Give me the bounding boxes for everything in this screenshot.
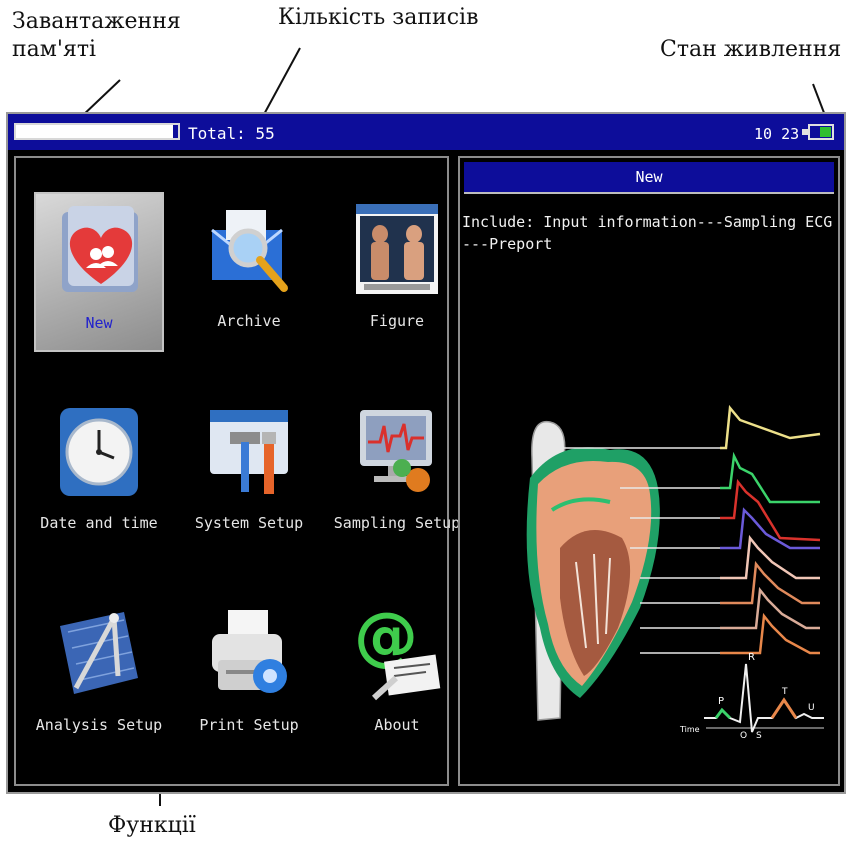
clock-time: 10 23 xyxy=(754,125,800,143)
device-screen: Total: 55 10 23 New Archive Figure Date … xyxy=(6,112,846,794)
memory-annotation: Завантаження пам'яті xyxy=(12,9,181,62)
menu-item-label: Analysis Setup xyxy=(35,716,163,734)
menu-item-sampling-setup[interactable]: Sampling Setup xyxy=(332,394,462,554)
battery-level-fill xyxy=(819,127,831,137)
printer-gear-icon xyxy=(204,604,294,704)
memory-usage-bar xyxy=(14,123,180,140)
drafting-compass-icon xyxy=(54,604,144,704)
menu-item-label: Date and time xyxy=(40,514,158,532)
ecg-label-t: T xyxy=(781,687,788,697)
detail-panel: New Include: Input information---Samplin… xyxy=(458,156,840,786)
menu-item-label: Archive xyxy=(217,312,281,330)
tools-icon xyxy=(204,402,294,502)
monitor-gear-icon xyxy=(352,402,442,502)
functions-annotation: Функції xyxy=(108,813,196,838)
anatomy-figure-icon xyxy=(352,200,442,300)
menu-item-archive[interactable]: Archive xyxy=(184,192,314,352)
records-leader-line xyxy=(261,47,301,119)
menu-item-date-and-time[interactable]: Date and time xyxy=(34,394,164,554)
ecg-label-s: S xyxy=(756,731,762,738)
menu-item-label: Sampling Setup xyxy=(333,514,461,532)
heart-ecg-illustration: P R Q S T U Time xyxy=(490,398,830,741)
detail-description: Include: Input information---Sampling EC… xyxy=(462,213,833,253)
magnifier-envelope-icon xyxy=(204,200,294,300)
menu-item-print-setup[interactable]: Print Setup xyxy=(184,596,314,756)
menu-item-label: About xyxy=(374,716,420,734)
status-bar: Total: 55 10 23 xyxy=(8,114,844,150)
ecg-label-q: Q xyxy=(740,731,747,738)
menu-item-label: Figure xyxy=(369,312,425,330)
ecg-label-u: U xyxy=(808,703,815,713)
ecg-label-p: P xyxy=(718,696,724,707)
function-menu: New Archive Figure Date and time System … xyxy=(14,156,460,786)
menu-item-system-setup[interactable]: System Setup xyxy=(184,394,314,554)
records-annotation: Кількість записів xyxy=(278,5,479,30)
total-records-count: Total: 55 xyxy=(188,124,275,143)
menu-item-label: System Setup xyxy=(194,514,304,532)
menu-item-about[interactable]: @ About xyxy=(332,596,462,756)
power-annotation: Стан живлення xyxy=(660,37,842,62)
menu-item-label: Print Setup xyxy=(199,716,299,734)
menu-item-analysis-setup[interactable]: Analysis Setup xyxy=(34,596,164,756)
menu-item-new[interactable]: New xyxy=(34,192,164,352)
ecg-label-r: R xyxy=(748,652,755,663)
clock-icon xyxy=(54,402,144,502)
detail-title: New xyxy=(464,162,834,194)
battery-icon xyxy=(808,124,834,140)
ecg-label-time: Time xyxy=(679,725,700,734)
folder-heart-icon xyxy=(56,202,146,302)
memory-usage-fill xyxy=(16,125,174,138)
menu-item-figure[interactable]: Figure xyxy=(332,192,462,352)
menu-item-label: New xyxy=(85,314,113,332)
at-sign-card-icon: @ xyxy=(352,600,442,704)
